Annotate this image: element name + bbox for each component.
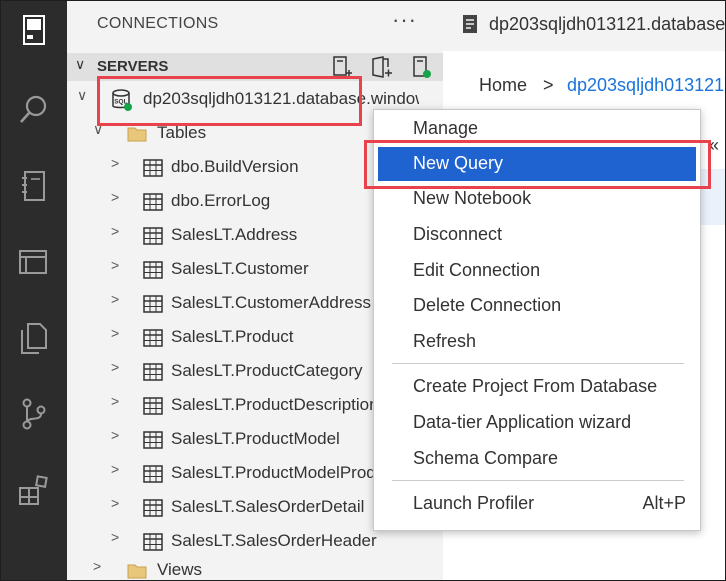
windows-icon[interactable] [11,239,57,285]
activity-bar [1,1,67,580]
menu-separator [392,363,684,364]
table-name: dbo.BuildVersion [171,157,299,176]
server-name: dp203sqljdh013121.database.windows.net [143,89,419,108]
menu-item-new-notebook[interactable]: New Notebook [378,182,696,216]
table-icon [143,465,163,483]
table-name: SalesLT.CustomerAddress [171,293,371,312]
database-server-icon: SQL [112,89,132,111]
chevron-right-icon: > [111,257,120,273]
servers-section-header[interactable]: ∨ SERVERS [67,53,443,81]
menu-item-edit-connection[interactable]: Edit Connection [378,254,696,288]
menu-item-refresh[interactable]: Refresh [378,325,696,359]
table-name: SalesLT.SalesOrderDetail [171,497,365,516]
notebook-icon[interactable] [11,163,57,209]
menu-item-disconnect[interactable]: Disconnect [378,218,696,252]
table-name: SalesLT.ProductDescription [171,395,379,414]
server-connected-icon[interactable] [409,55,433,79]
table-name: SalesLT.Customer [171,259,309,278]
editor-tab[interactable]: dp203sqljdh013121.database.windows.net [443,1,726,51]
chevron-right-icon: > [111,461,120,477]
document-icon [463,15,477,33]
table-name: SalesLT.SalesOrderHeader [171,531,377,550]
table-name: SalesLT.Product [171,327,294,346]
table-icon [143,329,163,347]
menu-separator [392,480,684,481]
table-name: dbo.ErrorLog [171,191,271,210]
chevron-right-icon: > [111,325,120,341]
menu-item-delete-connection[interactable]: Delete Connection [378,289,696,323]
menu-item-new-query[interactable]: New Query [378,147,696,181]
menu-item-schema-compare[interactable]: Schema Compare [378,442,696,476]
table-name: SalesLT.ProductCategory [171,361,363,380]
chevron-down-icon: ∨ [77,87,88,103]
new-connection-icon[interactable] [329,55,353,79]
source-control-icon[interactable] [11,391,57,437]
chevron-right-icon: > [111,427,120,443]
table-icon [143,397,163,415]
app-window: CONNECTIONS ··· ∨ SERVERS ∨ SQL dp203sql… [0,0,726,581]
table-icon [143,431,163,449]
table-icon [143,261,163,279]
table-icon [143,533,163,551]
chevron-right-icon: > [93,558,102,574]
chevron-right-icon: > [111,223,120,239]
table-name: SalesLT.Address [171,225,298,244]
shortcut-label: Alt+P [642,493,686,513]
chevron-right-icon: > [111,359,120,375]
views-label: Views [157,560,203,579]
table-icon [143,363,163,381]
breadcrumb-home[interactable]: Home [479,75,527,96]
chevron-down-icon: ∨ [75,56,86,72]
chevron-right-icon: > [111,155,120,171]
chevron-right-icon: > [111,529,120,545]
servers-label: SERVERS [97,58,169,75]
tables-label: Tables [157,123,207,142]
connections-header: CONNECTIONS [97,15,219,32]
chevron-right-icon: > [111,189,120,205]
extensions-icon[interactable] [11,467,57,513]
new-query-icon[interactable] [369,55,393,79]
breadcrumb-separator: > [543,75,554,95]
menu-item-launch-profiler[interactable]: Launch Profiler Alt+P [378,487,696,521]
views-folder[interactable]: > Views [67,554,443,580]
chevron-right-icon: > [111,495,120,511]
tab-title: dp203sqljdh013121.database.windows.net [489,14,726,34]
folder-icon [127,564,147,579]
chevron-down-icon: ∨ [93,121,104,137]
folder-icon [127,127,147,142]
chevron-right-icon: > [111,291,120,307]
search-icon[interactable] [11,87,57,133]
breadcrumb-current[interactable]: dp203sqljdh013121.database.windows.net [567,75,725,96]
table-name: SalesLT.ProductModel [171,429,340,448]
menu-item-data-tier-wizard[interactable]: Data-tier Application wizard [378,406,696,440]
explorer-icon[interactable] [11,7,57,53]
collapse-icon[interactable]: « [709,135,719,156]
table-icon [143,295,163,313]
table-icon [143,499,163,517]
menu-item-create-project[interactable]: Create Project From Database [378,370,696,404]
table-icon [143,159,163,177]
copy-icon[interactable] [11,315,57,361]
table-icon [143,227,163,245]
context-menu: Manage New Query New Notebook Disconnect… [373,109,701,531]
chevron-right-icon: > [111,393,120,409]
table-icon [143,193,163,211]
menu-item-manage[interactable]: Manage [378,112,696,146]
more-actions-icon[interactable]: ··· [392,7,417,33]
